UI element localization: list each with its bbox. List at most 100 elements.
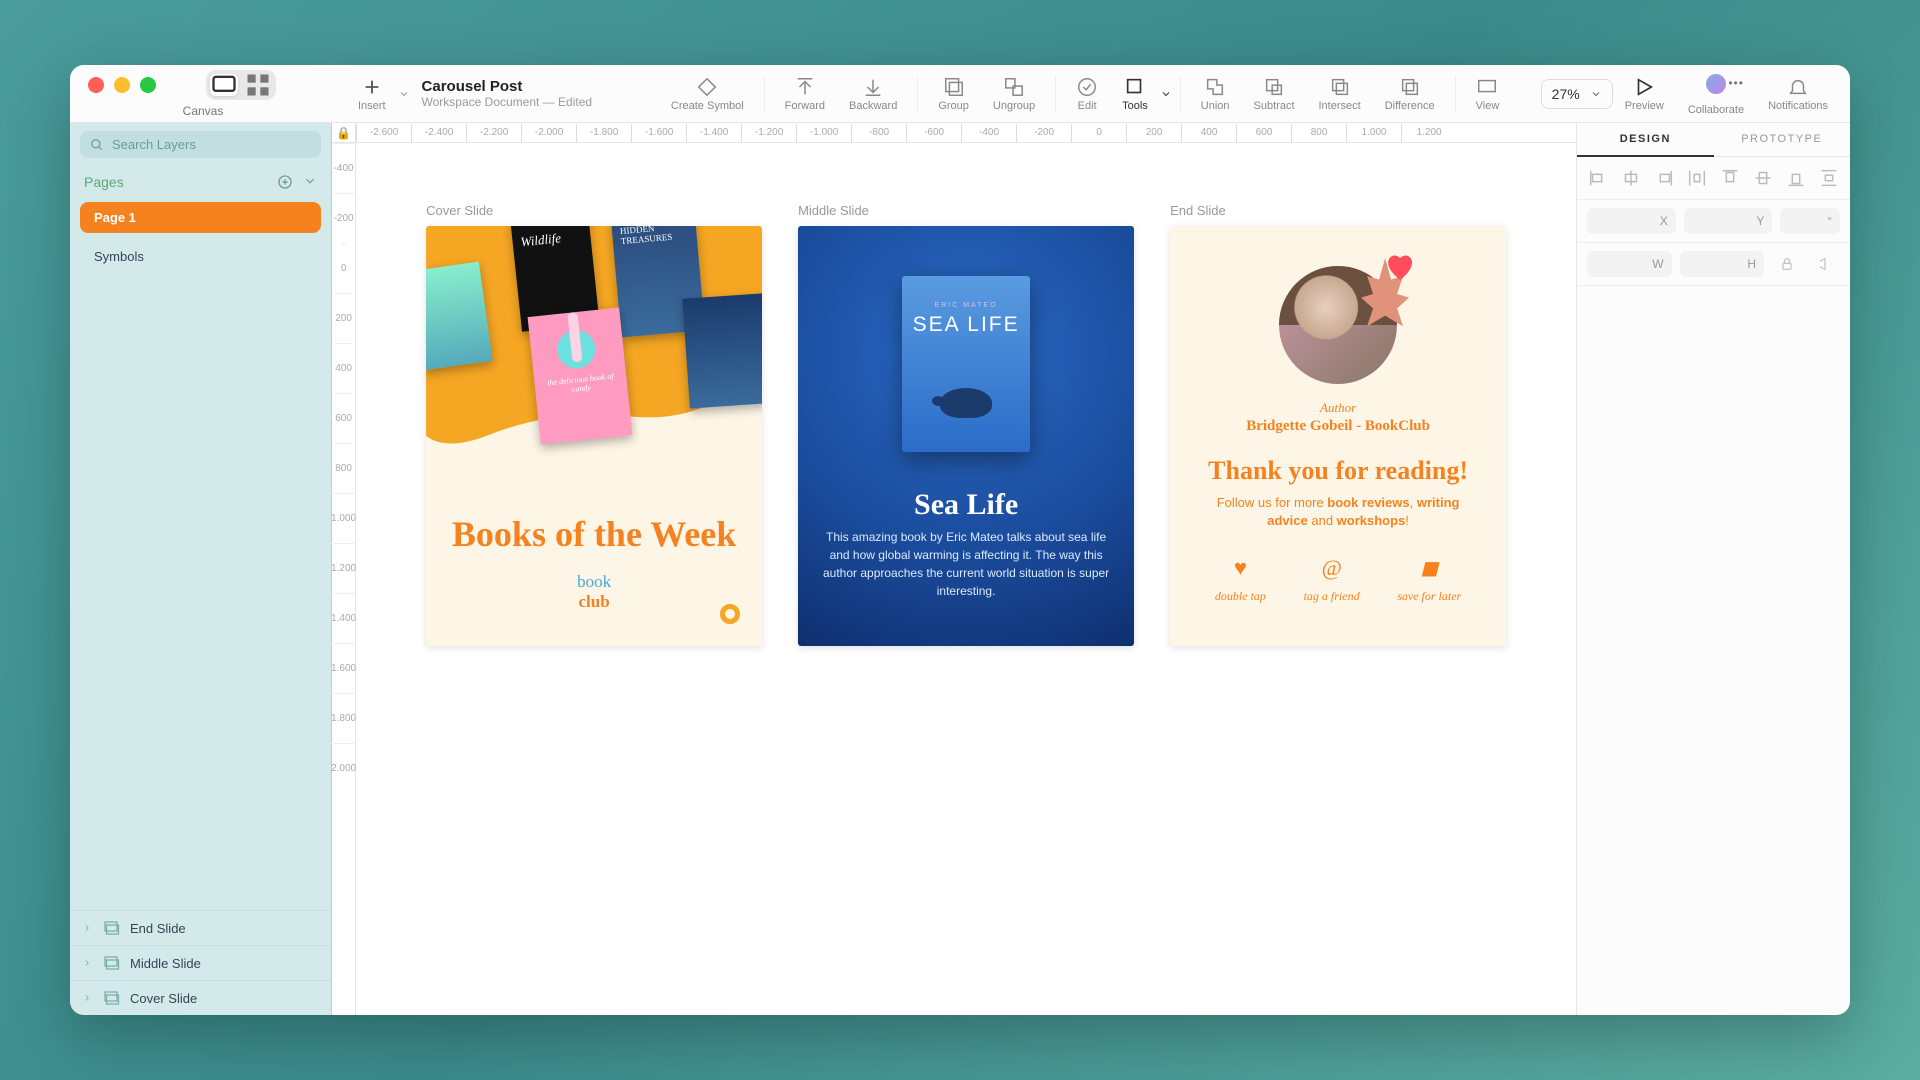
maximize-window-icon[interactable]: [140, 77, 156, 93]
rotation-field[interactable]: °: [1780, 208, 1840, 234]
canvas-label: Canvas: [183, 104, 224, 118]
inspector-panel: DESIGN PROTOTYPE X Y ° W H: [1576, 123, 1850, 1015]
artboard-name: Cover Slide: [426, 203, 762, 218]
thanks-text: Thank you for reading!: [1170, 456, 1506, 486]
canvas-area[interactable]: 🔒 -2.600-2.400-2.200-2.000-1.800-1.600-1…: [332, 123, 1576, 1015]
titlebar-left: Canvas: [70, 65, 336, 122]
chevron-down-icon[interactable]: [1160, 88, 1172, 100]
align-top-icon[interactable]: [1719, 167, 1741, 189]
chevron-down-icon[interactable]: [398, 88, 410, 100]
close-window-icon[interactable]: [88, 77, 104, 93]
intersect-button[interactable]: Intersect: [1307, 72, 1373, 116]
at-icon: @: [1321, 555, 1341, 581]
backward-button[interactable]: Backward: [837, 72, 909, 116]
tools-button[interactable]: Tools: [1110, 72, 1160, 116]
toolbar-center: Create Symbol Forward Backward Group Ung…: [659, 72, 1511, 116]
view-button[interactable]: View: [1464, 72, 1512, 116]
create-symbol-button[interactable]: Create Symbol: [659, 72, 756, 116]
layer-name: Middle Slide: [130, 956, 201, 971]
align-bottom-icon[interactable]: [1785, 167, 1807, 189]
layer-row[interactable]: Middle Slide: [70, 945, 331, 980]
artboards: Cover Slide Wildlife HIDDEN TREASURES th…: [356, 143, 1576, 1015]
page-item[interactable]: Symbols: [80, 241, 321, 272]
layer-name: Cover Slide: [130, 991, 197, 1006]
w-field[interactable]: W: [1587, 251, 1671, 277]
document-title-block: Carousel Post Workspace Document — Edite…: [410, 74, 630, 113]
turtle-icon: [940, 388, 992, 418]
view-mode-toggle: [206, 70, 276, 100]
distribute-h-icon[interactable]: [1686, 167, 1708, 189]
window-controls: [70, 70, 294, 100]
search-layers-field[interactable]: [80, 131, 321, 158]
avatar-icon: [1704, 72, 1728, 96]
canvas-mode-icon[interactable]: [210, 74, 238, 96]
h-field[interactable]: H: [1680, 251, 1764, 277]
chevron-right-icon: [82, 993, 92, 1003]
add-page-icon[interactable]: [277, 174, 293, 190]
tab-design[interactable]: DESIGN: [1577, 123, 1713, 157]
pages-header: Pages: [70, 166, 331, 198]
chevron-down-icon[interactable]: [303, 174, 317, 188]
end-slide[interactable]: Author Bridgette Gobeil - BookClub Thank…: [1170, 226, 1506, 646]
x-field[interactable]: X: [1587, 208, 1676, 234]
zoom-value: 27%: [1552, 86, 1580, 102]
middle-slide[interactable]: ERIC MATEO SEA LIFE Sea Life This amazin…: [798, 226, 1134, 646]
align-vcenter-icon[interactable]: [1752, 167, 1774, 189]
follow-text: Follow us for more book reviews, writing…: [1200, 494, 1476, 530]
collaborate-button[interactable]: Collaborate: [1676, 68, 1756, 120]
align-left-icon[interactable]: [1587, 167, 1609, 189]
layer-row[interactable]: End Slide: [70, 910, 331, 945]
difference-button[interactable]: Difference: [1373, 72, 1447, 116]
notifications-button[interactable]: Notifications: [1756, 72, 1840, 116]
search-icon: [90, 138, 104, 152]
middle-desc: This amazing book by Eric Mateo talks ab…: [822, 528, 1110, 600]
preview-button[interactable]: Preview: [1613, 72, 1676, 116]
artboard-icon: [102, 919, 120, 937]
chevron-right-icon: [82, 958, 92, 968]
minimize-window-icon[interactable]: [114, 77, 130, 93]
zoom-dropdown[interactable]: 27%: [1541, 79, 1613, 109]
app-window: Canvas Insert Carousel Post Workspace Do…: [70, 65, 1850, 1015]
layer-name: End Slide: [130, 921, 186, 936]
action-save: ◼save for later: [1397, 555, 1461, 604]
page-item[interactable]: Page 1: [80, 202, 321, 233]
ruler-lock-icon[interactable]: 🔒: [332, 123, 356, 143]
subtract-button[interactable]: Subtract: [1242, 72, 1307, 116]
artboard-middle[interactable]: Middle Slide ERIC MATEO SEA LIFE Sea Lif…: [798, 203, 1134, 646]
artboard-name: End Slide: [1170, 203, 1506, 218]
edit-button[interactable]: Edit: [1064, 72, 1110, 116]
action-tag: @tag a friend: [1304, 555, 1360, 604]
cover-slide[interactable]: Wildlife HIDDEN TREASURES the delicious …: [426, 226, 762, 646]
titlebar: Canvas Insert Carousel Post Workspace Do…: [70, 65, 1850, 123]
end-actions: ♥double tap @tag a friend ◼save for late…: [1170, 555, 1506, 604]
artboard-icon: [102, 989, 120, 1007]
ring-icon: [720, 604, 740, 624]
layers-sidebar: Pages Page 1 Symbols End Slide Middle Sl…: [70, 123, 332, 1015]
y-field[interactable]: Y: [1684, 208, 1773, 234]
flip-h-icon[interactable]: [1810, 251, 1840, 277]
union-button[interactable]: Union: [1189, 72, 1242, 116]
heart-icon: ♥: [1234, 555, 1247, 581]
artboard-end[interactable]: End Slide Author Bridgette Gobeil - Book…: [1170, 203, 1506, 646]
lock-aspect-icon[interactable]: [1772, 251, 1802, 277]
document-subtitle: Workspace Document — Edited: [422, 95, 618, 109]
ungroup-button[interactable]: Ungroup: [981, 72, 1047, 116]
align-right-icon[interactable]: [1653, 167, 1675, 189]
group-button[interactable]: Group: [926, 72, 981, 116]
forward-button[interactable]: Forward: [773, 72, 837, 116]
tab-prototype[interactable]: PROTOTYPE: [1714, 123, 1850, 156]
distribute-v-icon[interactable]: [1818, 167, 1840, 189]
bookclub-logo: bookclub: [426, 572, 762, 612]
search-input[interactable]: [112, 137, 311, 152]
body: Pages Page 1 Symbols End Slide Middle Sl…: [70, 123, 1850, 1015]
insert-button[interactable]: Insert: [346, 72, 398, 116]
toolbar: Insert Carousel Post Workspace Document …: [336, 65, 1850, 122]
artboard-name: Middle Slide: [798, 203, 1134, 218]
align-hcenter-icon[interactable]: [1620, 167, 1642, 189]
chevron-down-icon: [1590, 88, 1602, 100]
layer-row[interactable]: Cover Slide: [70, 980, 331, 1015]
ruler-vertical: -400-20002004006008001.0001.2001.4001.60…: [332, 143, 356, 1015]
artboard-cover[interactable]: Cover Slide Wildlife HIDDEN TREASURES th…: [426, 203, 762, 646]
ruler-horizontal: -2.600-2.400-2.200-2.000-1.800-1.600-1.4…: [332, 123, 1576, 143]
grid-mode-icon[interactable]: [244, 74, 272, 96]
